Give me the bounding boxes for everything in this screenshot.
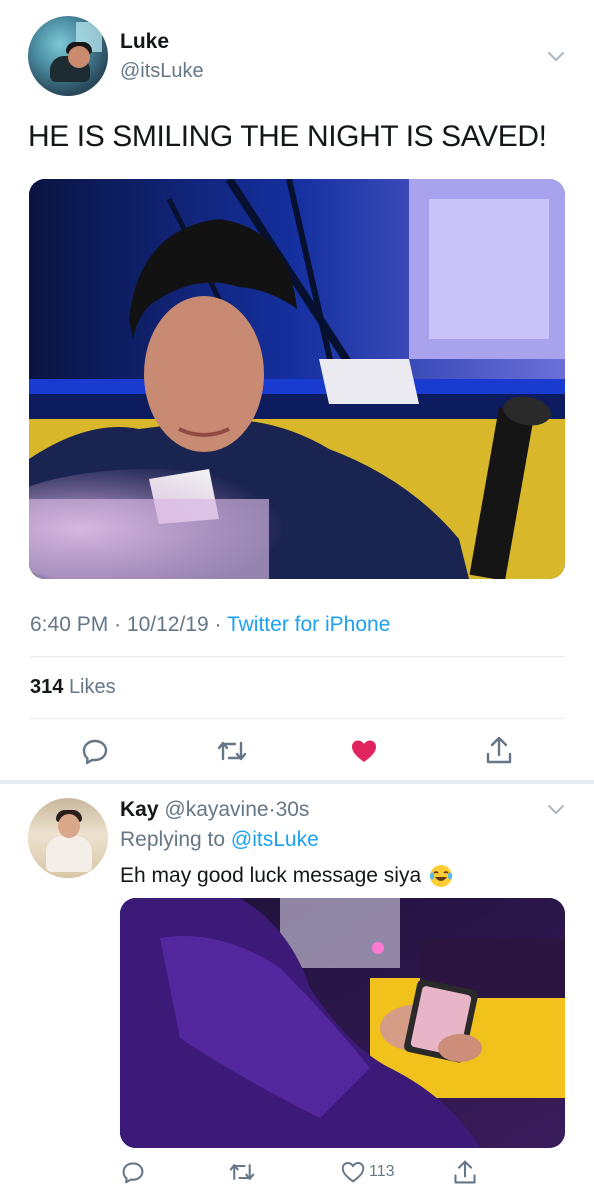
reply-header: Kay @kayavine·30s	[120, 798, 309, 822]
reply-text-body: Eh may good luck message siya	[120, 864, 422, 887]
tweet-text: HE IS SMILING THE NIGHT IS SAVED!	[28, 120, 547, 153]
replying-to-mention[interactable]: @itsLuke	[231, 828, 319, 851]
like-button[interactable]	[350, 737, 378, 765]
reply-age: 30s	[275, 798, 310, 821]
reply-icon	[81, 737, 109, 765]
reply-author-handle[interactable]: @kayavine	[164, 798, 268, 821]
reply-reply-button[interactable]	[121, 1160, 145, 1184]
retweet-icon	[217, 737, 247, 765]
tweet-photo[interactable]	[29, 179, 565, 579]
reply-button[interactable]	[81, 737, 109, 765]
author-display-name[interactable]: Luke	[120, 30, 169, 54]
author-avatar[interactable]	[28, 16, 108, 96]
likes-summary[interactable]: 314 Likes	[30, 676, 116, 699]
divider	[30, 656, 565, 657]
thread-separator	[0, 780, 594, 784]
reply-icon	[121, 1160, 145, 1184]
laughing-tears-emoji-icon	[429, 864, 453, 888]
reply-text: Eh may good luck message siya	[120, 864, 453, 888]
tweet-time: 6:40 PM	[30, 613, 109, 636]
divider	[30, 718, 565, 719]
chevron-down-icon[interactable]	[547, 800, 565, 818]
author-handle[interactable]: @itsLuke	[120, 60, 204, 83]
retweet-button[interactable]	[217, 737, 247, 765]
main-tweet: Luke @itsLuke HE IS SMILING THE NIGHT IS…	[0, 0, 594, 782]
likes-label: Likes	[68, 676, 116, 698]
meta-separator: ·	[114, 613, 122, 636]
meta-separator: ·	[214, 613, 222, 636]
reply-author-avatar[interactable]	[28, 798, 108, 878]
tweet-timestamp: 6:40 PM · 10/12/19 · Twitter for iPhone	[30, 613, 390, 637]
tweet-date: 10/12/19	[126, 613, 209, 636]
share-icon	[452, 1158, 478, 1186]
tweet-source-link[interactable]: Twitter for iPhone	[227, 613, 390, 636]
share-icon	[484, 734, 514, 766]
reply-author-name[interactable]: Kay	[120, 798, 159, 821]
reply-photo[interactable]	[120, 898, 565, 1148]
meta-separator: ·	[268, 798, 276, 821]
replying-to-prefix: Replying to	[120, 828, 226, 851]
like-icon	[350, 737, 378, 765]
retweet-icon	[229, 1160, 255, 1184]
chevron-down-icon[interactable]	[547, 47, 565, 65]
reply-like-count: 113	[369, 1163, 395, 1180]
reply-like-button[interactable]: 113	[341, 1160, 395, 1184]
replying-to: Replying to @itsLuke	[120, 828, 319, 852]
reply-share-button[interactable]	[452, 1158, 478, 1186]
like-icon	[341, 1160, 365, 1184]
likes-count: 314	[30, 676, 64, 698]
share-button[interactable]	[484, 734, 514, 766]
reply-retweet-button[interactable]	[229, 1160, 255, 1184]
